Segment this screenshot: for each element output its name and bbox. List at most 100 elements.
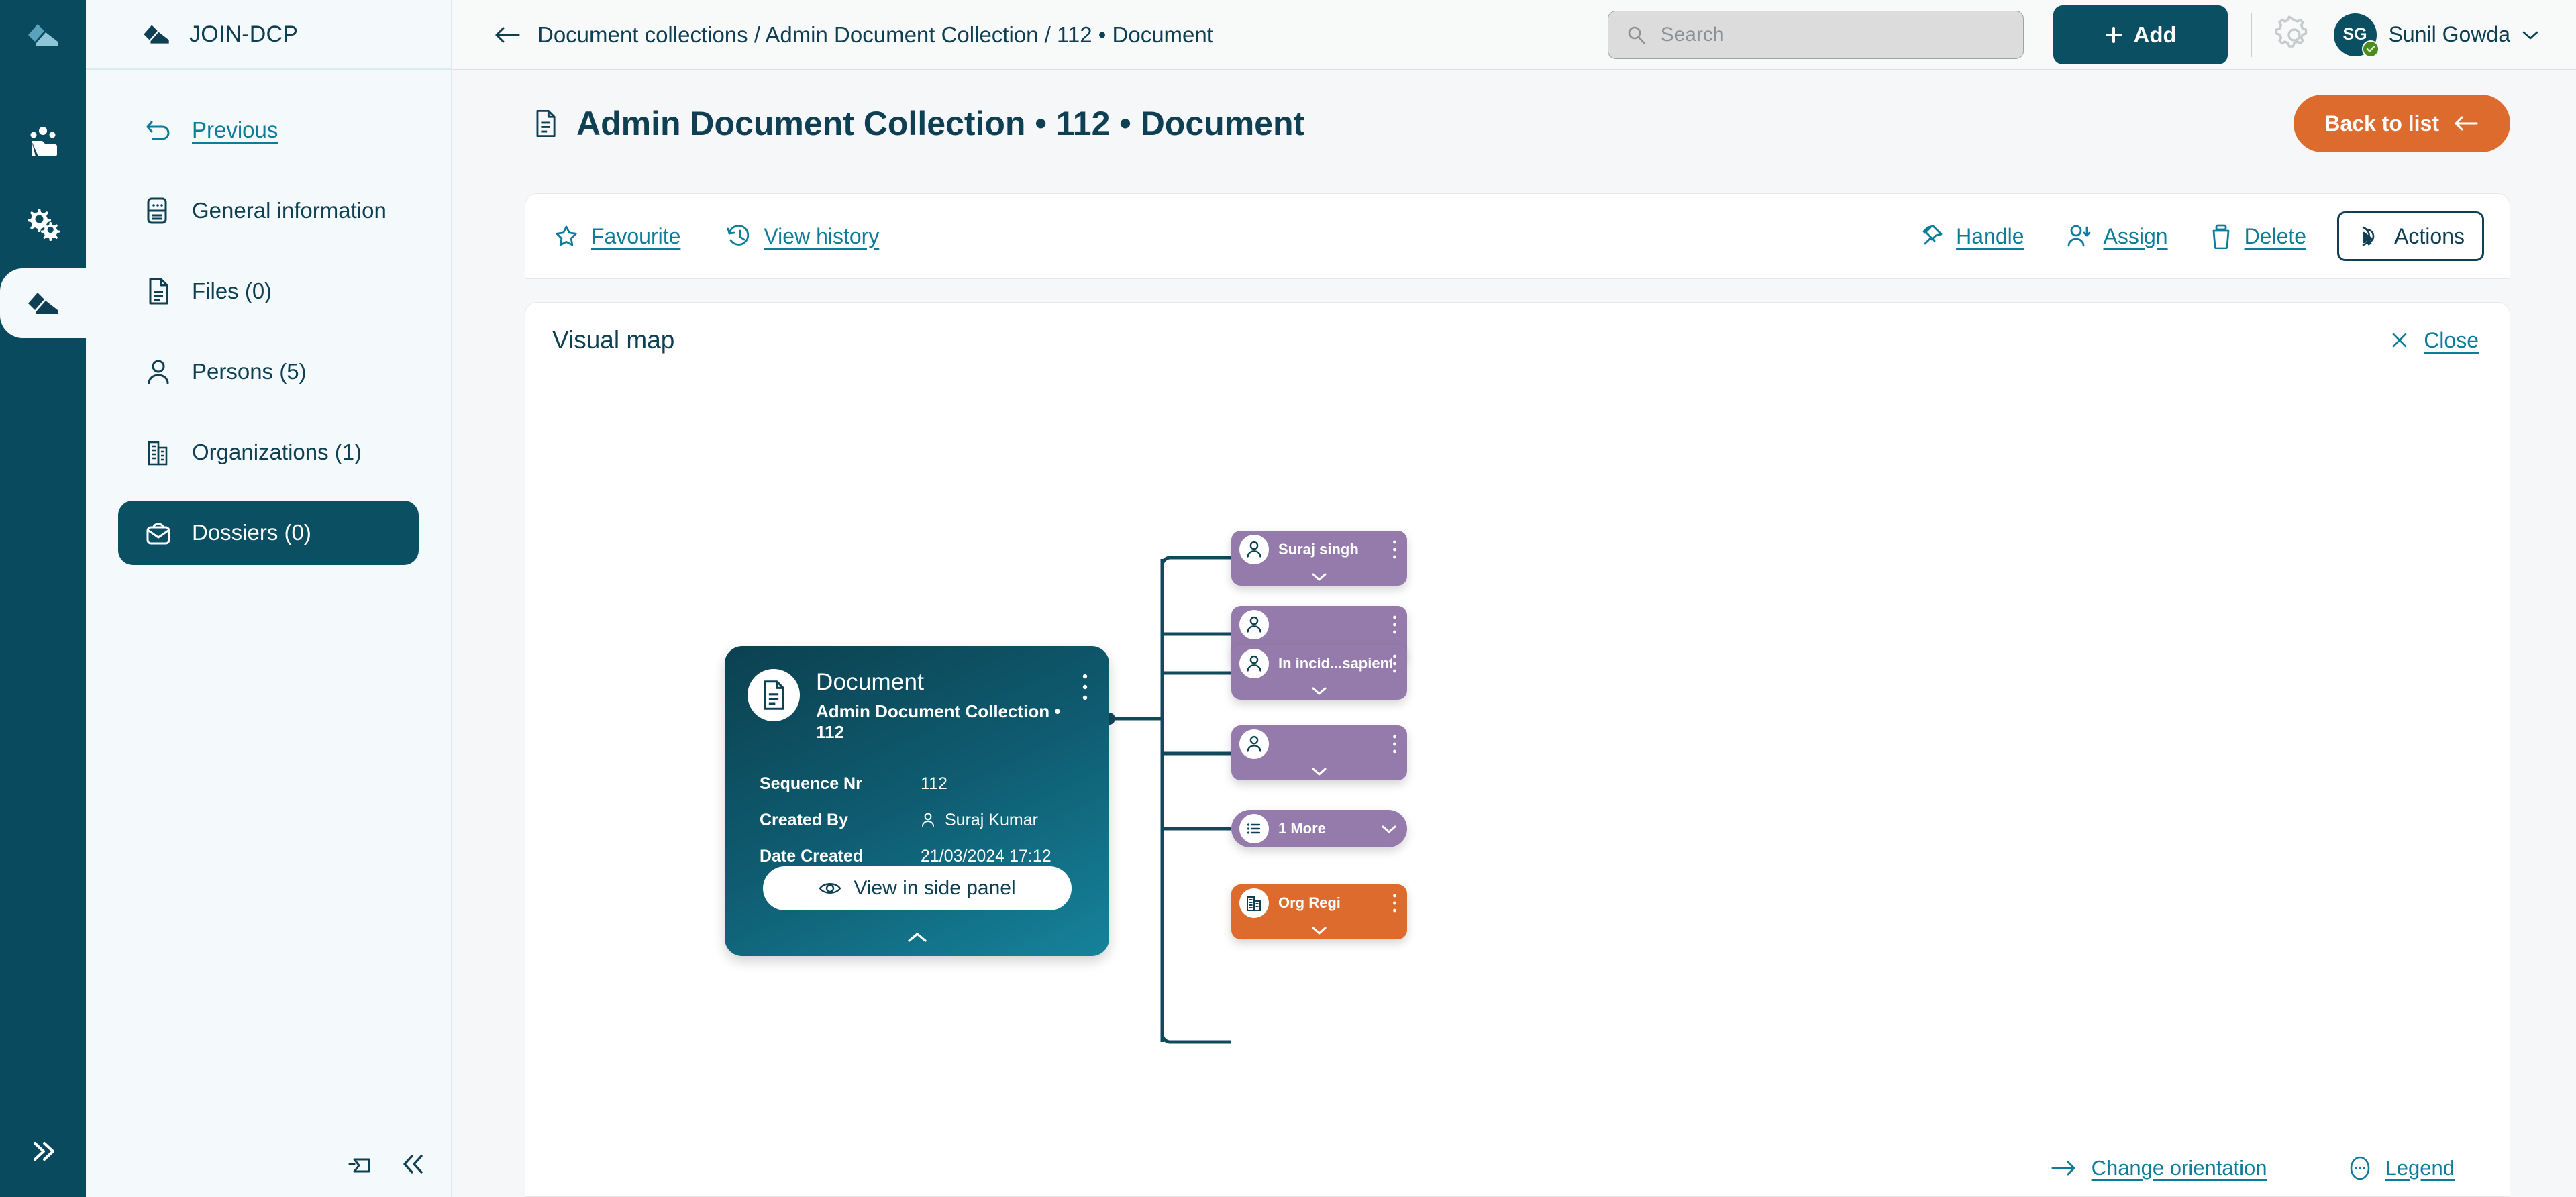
- chevron-down-icon[interactable]: [1380, 824, 1398, 834]
- node-header: [1231, 606, 1407, 643]
- double-chevron-left-icon[interactable]: [400, 1153, 427, 1175]
- node-header: [1231, 725, 1407, 763]
- kebab-menu-icon[interactable]: [1392, 892, 1398, 914]
- actions-label: Actions: [2394, 223, 2465, 248]
- visual-map-canvas[interactable]: Document Admin Document Collection • 112…: [525, 378, 2510, 1139]
- person-icon: [144, 357, 173, 386]
- kebab-menu-icon[interactable]: [1392, 614, 1398, 635]
- handle-label: Handle: [1956, 223, 2024, 248]
- map-node-person-4[interactable]: [1231, 725, 1407, 780]
- assign-button[interactable]: Assign: [2066, 223, 2168, 249]
- kebab-menu-icon[interactable]: [1392, 539, 1398, 560]
- info-document-icon: [144, 196, 173, 225]
- view-in-side-panel-button[interactable]: View in side panel: [763, 866, 1072, 910]
- assign-label: Assign: [2103, 223, 2168, 248]
- view-history-button[interactable]: View history: [726, 223, 879, 249]
- close-x-icon: [2390, 331, 2409, 350]
- chevron-down-icon[interactable]: [1231, 766, 1407, 776]
- search-input[interactable]: Search: [1607, 10, 2024, 59]
- kebab-menu-icon[interactable]: [1392, 653, 1398, 674]
- change-orientation-button[interactable]: Change orientation: [2050, 1156, 2267, 1180]
- node-label: 1 More: [1278, 820, 1326, 837]
- visual-map-title: Visual map: [552, 326, 675, 354]
- field-value: 112: [921, 774, 947, 793]
- search-placeholder: Search: [1660, 23, 1724, 46]
- user-menu[interactable]: SG Sunil Gowda: [2333, 13, 2540, 58]
- legend-label: Legend: [2385, 1155, 2455, 1180]
- cursor-click-icon: [2357, 223, 2382, 249]
- sidebar-item-label: Files (0): [192, 278, 272, 303]
- pin-icon[interactable]: [346, 1151, 377, 1177]
- field-value: Suraj Kumar: [945, 810, 1038, 829]
- gear-icon[interactable]: [2275, 15, 2314, 54]
- star-icon: [554, 223, 579, 249]
- visual-map-card: Visual map Close Document Admin Document…: [525, 302, 2510, 1197]
- app-logo-icon: [25, 21, 60, 48]
- briefcase-icon: [144, 518, 173, 548]
- rail-item-team-folder[interactable]: [0, 107, 86, 177]
- top-bar: Document collections / Admin Document Co…: [452, 0, 2576, 70]
- sidebar-item-files[interactable]: Files (0): [118, 259, 419, 323]
- sidebar-item-label: Dossiers (0): [192, 520, 311, 545]
- rail-item-settings[interactable]: [0, 188, 86, 258]
- chevron-up-icon[interactable]: [725, 931, 1109, 944]
- node-label: In incid...sapiente: [1278, 655, 1392, 672]
- legend-button[interactable]: Legend: [2348, 1155, 2455, 1182]
- field-key: Date Created: [760, 846, 864, 866]
- avatar: SG: [2333, 13, 2379, 58]
- rail-logo[interactable]: [0, 0, 86, 70]
- kebab-menu-icon[interactable]: [1081, 669, 1089, 702]
- double-chevron-right-icon: [28, 1140, 58, 1163]
- arrow-left-icon[interactable]: [493, 25, 521, 45]
- field-value-wrap: Suraj Kumar: [921, 811, 1038, 830]
- rail-item-dossier-module[interactable]: [0, 268, 86, 338]
- handle-button[interactable]: Handle: [1918, 223, 2024, 249]
- sidebar-item-persons[interactable]: Persons (5): [118, 340, 419, 404]
- favourite-button[interactable]: Favourite: [554, 223, 680, 249]
- map-node-in-incid-sapiente[interactable]: In incid...sapiente: [1231, 645, 1407, 700]
- person-icon: [921, 812, 935, 828]
- search-icon: [1626, 25, 1646, 45]
- root-node-type: Document: [816, 669, 925, 695]
- node-label: Org Regi: [1278, 894, 1341, 911]
- add-button[interactable]: Add: [2053, 5, 2228, 64]
- visual-map-header: Visual map Close: [525, 303, 2510, 378]
- chevron-down-icon[interactable]: [1231, 686, 1407, 696]
- node-header: In incid...sapiente: [1231, 645, 1407, 682]
- root-node-fields: Sequence Nr 112 Created By Suraj Kumar D…: [725, 743, 1109, 874]
- trash-icon: [2210, 223, 2232, 249]
- building-icon: [144, 437, 173, 467]
- sidebar-brand-row[interactable]: JOIN-DCP: [86, 0, 451, 70]
- kebab-menu-icon[interactable]: [1392, 733, 1398, 755]
- file-icon: [144, 276, 173, 306]
- check-badge-icon: [2361, 40, 2379, 58]
- chevron-down-icon[interactable]: [1231, 572, 1407, 582]
- toolbar-right-group: Handle Assign Delete Actions: [1890, 211, 2510, 261]
- rail-expand-button[interactable]: [0, 1125, 86, 1178]
- field-value: 21/03/2024 17:12: [921, 846, 1051, 866]
- map-node-suraj-singh[interactable]: Suraj singh: [1231, 531, 1407, 586]
- map-node-more[interactable]: 1 More: [1231, 810, 1407, 847]
- field-key: Sequence Nr: [760, 774, 862, 793]
- arrow-right-icon: [2050, 1159, 2078, 1177]
- map-root-node[interactable]: Document Admin Document Collection • 112…: [725, 646, 1109, 956]
- root-node-titles: Document Admin Document Collection • 112: [816, 669, 1081, 743]
- pin-icon: [1918, 223, 1944, 249]
- root-node-subtitle: Admin Document Collection • 112: [816, 701, 1061, 742]
- chevron-down-icon[interactable]: [1231, 925, 1407, 935]
- sidebar-item-general-information[interactable]: General information: [118, 178, 419, 243]
- map-node-org-regi[interactable]: Org Regi: [1231, 884, 1407, 939]
- sidebar-item-previous[interactable]: Previous: [118, 98, 419, 162]
- breadcrumb[interactable]: Document collections / Admin Document Co…: [493, 22, 1213, 48]
- actions-button[interactable]: Actions: [2337, 211, 2484, 261]
- sidebar-item-dossiers[interactable]: Dossiers (0): [118, 501, 419, 565]
- sidebar-item-organizations[interactable]: Organizations (1): [118, 420, 419, 484]
- document-icon: [532, 108, 559, 139]
- back-to-list-button[interactable]: Back to list: [2294, 95, 2510, 152]
- node-header: 1 More: [1231, 810, 1407, 847]
- eye-icon: [819, 880, 841, 897]
- person-icon: [1239, 729, 1269, 759]
- person-icon: [1239, 649, 1269, 678]
- delete-button[interactable]: Delete: [2210, 223, 2306, 249]
- close-button[interactable]: Close: [2390, 328, 2479, 353]
